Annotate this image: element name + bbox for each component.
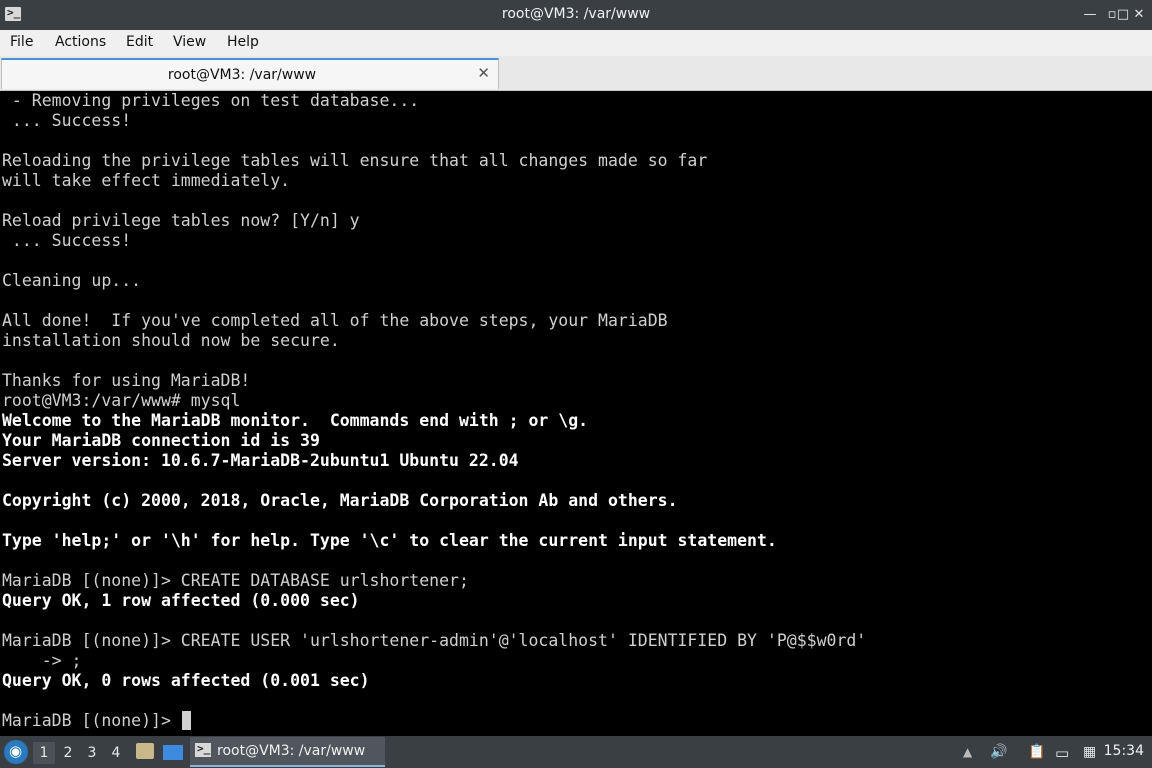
title-bar: >_ root@VM3: /var/www — ▫ □ ✕ — [0, 0, 1152, 30]
terminal-line: -> ; — [2, 651, 82, 670]
terminal-cursor — [182, 711, 191, 730]
taskbar: ◉ 1 2 3 4 >_ root@VM3: /var/www ▲ 🔊 📋 ▭ … — [0, 736, 1152, 768]
terminal-line: installation should now be secure. — [2, 331, 340, 350]
tab-bar: root@VM3: /var/www ✕ — [0, 56, 1152, 91]
terminal-line: - Removing privileges on test database..… — [2, 91, 420, 110]
start-menu-button[interactable]: ◉ — [4, 740, 28, 764]
tab-close-icon[interactable]: ✕ — [477, 64, 490, 82]
terminal-tab-label: root@VM3: /var/www — [167, 67, 317, 83]
tray-arrow-icon[interactable]: ▲ — [963, 745, 972, 763]
menu-actions[interactable]: Actions — [55, 34, 106, 50]
close-window-button[interactable]: ✕ — [1128, 4, 1150, 26]
menu-edit[interactable]: Edit — [126, 34, 153, 50]
terminal-line: MariaDB [(none)]> CREATE USER 'urlshorte… — [2, 631, 867, 650]
terminal-line: MariaDB [(none)]> CREATE DATABASE urlsho… — [2, 571, 469, 590]
terminal-line: Copyright (c) 2000, 2018, Oracle, MariaD… — [2, 491, 678, 510]
terminal-task-icon-glyph: >_ — [197, 742, 211, 755]
workspace-3[interactable]: 3 — [81, 742, 103, 764]
start-menu-icon: ◉ — [9, 742, 23, 760]
network-icon[interactable]: ▭ — [1055, 744, 1069, 762]
show-desktop-icon[interactable] — [163, 745, 183, 760]
terminal-tab[interactable]: root@VM3: /var/www ✕ — [1, 58, 499, 89]
terminal-line: ... Success! — [2, 111, 132, 130]
terminal-line: Server version: 10.6.7-MariaDB-2ubuntu1 … — [2, 451, 519, 470]
menu-help[interactable]: Help — [227, 34, 259, 50]
menu-file[interactable]: File — [10, 34, 33, 50]
clock: 15:34 — [1103, 743, 1144, 759]
workspace-1[interactable]: 1 — [33, 742, 55, 764]
terminal-line: ... Success! — [2, 231, 132, 250]
window-title: root@VM3: /var/www — [501, 6, 651, 22]
terminal-line: Thanks for using MariaDB! — [2, 371, 251, 390]
terminal-line: Cleaning up... — [2, 271, 142, 290]
minimize-button[interactable]: — — [1079, 4, 1101, 26]
terminal-line: root@VM3:/var/www# mysql — [2, 391, 241, 410]
workspace-2[interactable]: 2 — [57, 742, 79, 764]
terminal-line: Your MariaDB connection id is 39 — [2, 431, 320, 450]
terminal-line: will take effect immediately. — [2, 171, 291, 190]
notes-icon[interactable]: ▦ — [1083, 744, 1096, 762]
menu-bar: File Actions Edit View Help — [0, 30, 1152, 56]
terminal-line: Welcome to the MariaDB monitor. Commands… — [2, 411, 589, 430]
menu-view[interactable]: View — [173, 34, 206, 50]
taskbar-terminal-label: root@VM3: /var/www — [217, 743, 366, 759]
workspace-4[interactable]: 4 — [105, 742, 127, 764]
taskbar-terminal-item[interactable]: >_ root@VM3: /var/www — [190, 737, 385, 767]
terminal-line: Reloading the privilege tables will ensu… — [2, 151, 708, 170]
terminal-line: Type 'help;' or '\h' for help. Type '\c'… — [2, 531, 777, 550]
file-manager-icon[interactable] — [136, 743, 154, 759]
terminal-line: Query OK, 0 rows affected (0.001 sec) — [2, 671, 370, 690]
terminal-task-icon: >_ — [195, 742, 211, 757]
terminal-line: Reload privilege tables now? [Y/n] y — [2, 211, 360, 230]
terminal-line: All done! If you've completed all of the… — [2, 311, 668, 330]
volume-icon[interactable]: 🔊 — [990, 744, 1007, 762]
clipboard-icon[interactable]: 📋 — [1028, 744, 1045, 762]
terminal-output[interactable]: - Removing privileges on test database..… — [0, 91, 1152, 736]
terminal-line: Query OK, 1 row affected (0.000 sec) — [2, 591, 360, 610]
terminal-line: MariaDB [(none)]> — [2, 711, 181, 730]
